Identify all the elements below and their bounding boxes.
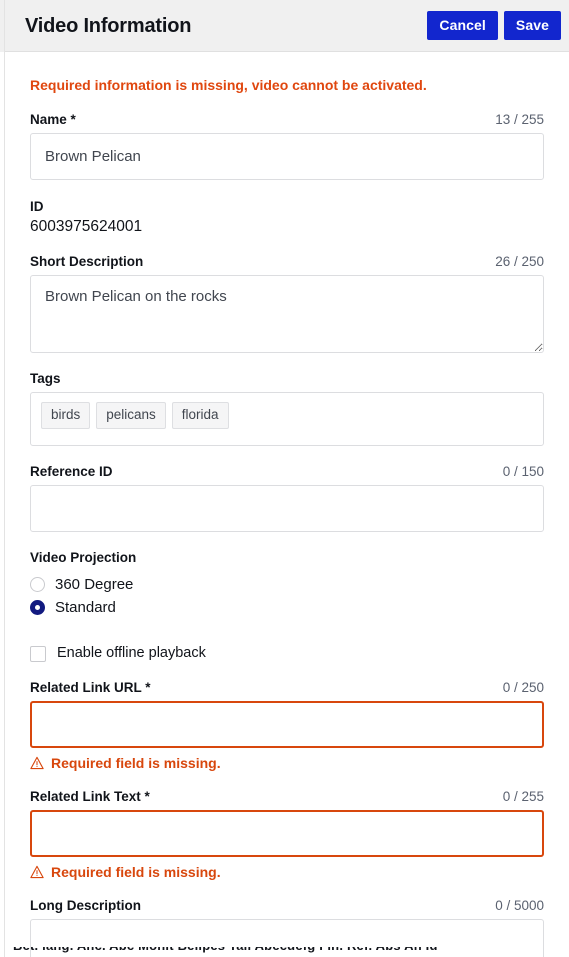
tag-chip[interactable]: birds — [41, 402, 91, 430]
related-link-text-input[interactable] — [30, 810, 544, 858]
field-short-description-label: Short Description — [30, 253, 144, 269]
reference-id-input[interactable] — [30, 485, 544, 533]
field-long-description-header: Long Description 0 / 5000 — [30, 898, 544, 914]
field-id: ID 6003975624001 — [30, 198, 544, 236]
tag-chip[interactable]: florida — [171, 402, 229, 430]
radio-label-360-degree: 360 Degree — [55, 575, 134, 593]
field-tags: Tags birds pelicans florida — [30, 371, 544, 447]
short-description-textarea[interactable] — [30, 275, 544, 354]
checkbox-row-offline-playback[interactable]: Enable offline playback — [30, 645, 544, 662]
field-tags-label: Tags — [30, 371, 61, 387]
field-error-text: Required field is missing. — [51, 864, 221, 881]
field-video-projection-label: Video Projection — [30, 550, 137, 566]
field-related-link-text-label: Related Link Text * — [30, 788, 150, 804]
field-related-link-url: Related Link URL * 0 / 250 Required fiel… — [30, 680, 544, 771]
field-related-link-url-label: Related Link URL * — [30, 679, 151, 695]
warning-triangle-icon — [30, 756, 44, 770]
cancel-button[interactable]: Cancel — [427, 11, 498, 40]
field-short-description-header: Short Description 26 / 250 — [30, 254, 544, 270]
field-related-link-text-header: Related Link Text * 0 / 255 — [30, 789, 544, 805]
field-reference-id-label: Reference ID — [30, 464, 113, 480]
field-error-text: Required field is missing. — [51, 754, 221, 771]
header-actions: Cancel Save — [427, 11, 561, 40]
field-related-link-url-counter: 0 / 250 — [502, 679, 544, 695]
field-short-description: Short Description 26 / 250 — [30, 254, 544, 354]
field-error-related-link-url: Required field is missing. — [30, 755, 544, 771]
radio-icon-standard[interactable] — [30, 599, 45, 615]
save-button[interactable]: Save — [503, 11, 561, 40]
panel-left-edge — [4, 0, 5, 957]
clipped-bottom-row-text: Bet. lang. Anc. Abc Monit Bellpes Tail A… — [13, 947, 438, 953]
field-short-description-counter: 26 / 250 — [495, 253, 544, 269]
field-reference-id-counter: 0 / 150 — [502, 464, 544, 480]
field-tags-header: Tags — [30, 371, 544, 387]
radio-option-standard[interactable]: Standard — [30, 596, 544, 619]
field-name-counter: 13 / 255 — [495, 111, 544, 127]
video-information-form: Required information is missing, video c… — [5, 53, 569, 957]
field-video-projection: Video Projection 360 Degree Standard — [30, 550, 544, 618]
field-name-label: Name * — [30, 111, 76, 127]
checkbox-label-offline-playback: Enable offline playback — [57, 645, 206, 662]
field-long-description-label: Long Description — [30, 898, 141, 914]
name-input[interactable] — [30, 132, 544, 180]
checkbox-icon-offline-playback[interactable] — [30, 645, 46, 662]
field-related-link-text-counter: 0 / 255 — [502, 788, 544, 804]
field-name-header: Name * 13 / 255 — [30, 112, 544, 128]
tags-input-box[interactable]: birds pelicans florida — [30, 392, 544, 447]
tag-chip[interactable]: pelicans — [96, 402, 166, 430]
field-related-link-url-header: Related Link URL * 0 / 250 — [30, 680, 544, 696]
radio-option-360-degree[interactable]: 360 Degree — [30, 573, 544, 596]
field-name: Name * 13 / 255 — [30, 112, 544, 180]
field-related-link-text: Related Link Text * 0 / 255 Required fie… — [30, 789, 544, 880]
field-id-value: 6003975624001 — [30, 217, 143, 235]
page-title: Video Information — [25, 14, 192, 37]
clipped-bottom-row: Bet. lang. Anc. Abc Monit Bellpes Tail A… — [5, 947, 569, 957]
radio-label-standard: Standard — [55, 598, 116, 616]
field-id-label: ID — [30, 198, 44, 214]
radio-icon-360-degree[interactable] — [30, 576, 45, 592]
form-alert-message: Required information is missing, video c… — [30, 77, 427, 93]
field-error-related-link-text: Required field is missing. — [30, 864, 544, 880]
video-information-panel: Video Information Cancel Save Required i… — [0, 0, 569, 957]
panel-header: Video Information Cancel Save — [5, 0, 569, 52]
field-reference-id: Reference ID 0 / 150 — [30, 464, 544, 533]
related-link-url-input[interactable] — [30, 700, 544, 748]
field-reference-id-header: Reference ID 0 / 150 — [30, 464, 544, 480]
field-long-description-counter: 0 / 5000 — [495, 898, 544, 914]
warning-triangle-icon — [30, 865, 44, 879]
